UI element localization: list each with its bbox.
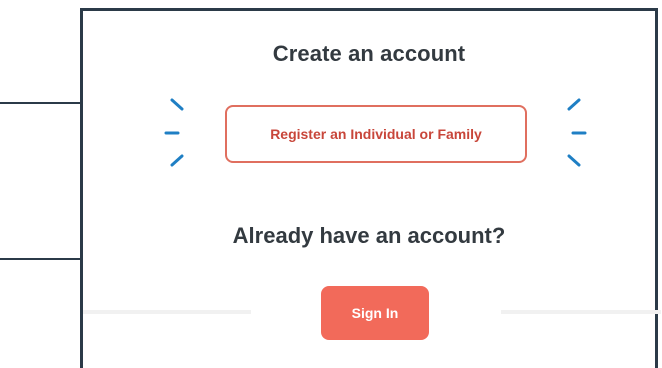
create-account-heading: Create an account: [272, 41, 466, 66]
divider-left: [83, 310, 251, 314]
page: Create an account Register an Individual…: [0, 0, 662, 368]
divider-right: [501, 310, 661, 314]
already-have-account-heading: Already have an account?: [232, 223, 506, 248]
register-individual-family-button[interactable]: Register an Individual or Family: [225, 105, 527, 163]
sparkle-burst-left-icon: [164, 98, 184, 167]
leader-line-top: [0, 102, 82, 104]
sparkle-burst-right-icon: [567, 98, 587, 167]
account-panel: Create an account Register an Individual…: [80, 8, 661, 368]
leader-line-bottom: [0, 258, 82, 260]
sign-in-button[interactable]: Sign In: [321, 286, 429, 340]
